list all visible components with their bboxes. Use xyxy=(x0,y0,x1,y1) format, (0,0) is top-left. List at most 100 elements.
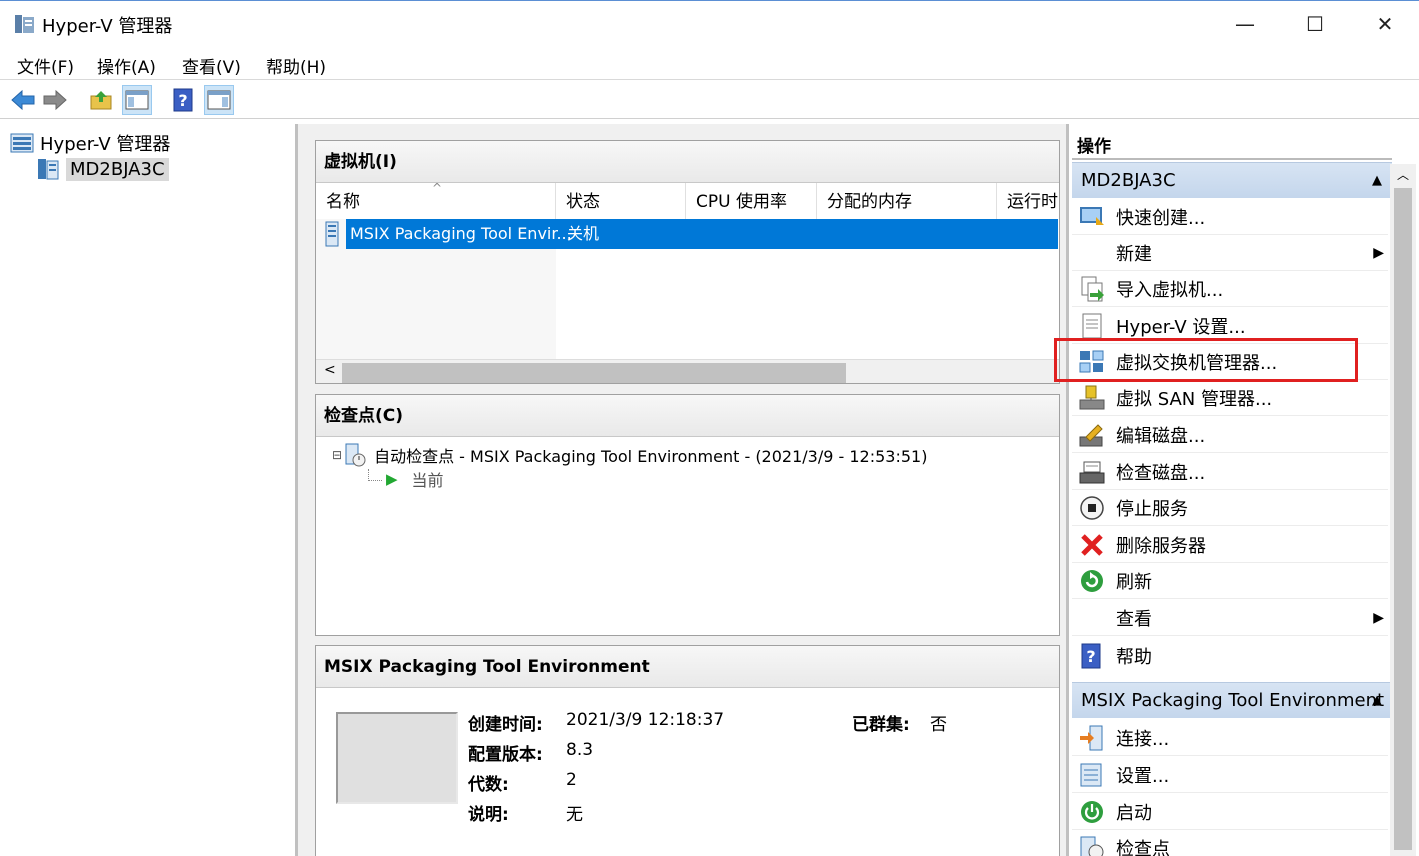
checkpoint-icon xyxy=(345,443,366,467)
action-label: 新建 xyxy=(1116,243,1152,265)
folder-up-icon xyxy=(90,91,112,110)
action-virtual-san-manager[interactable]: 虚拟 SAN 管理器... xyxy=(1072,380,1388,416)
divider xyxy=(1072,158,1392,160)
console-tree-toggle[interactable] xyxy=(122,85,152,115)
vm-state-cell: 关机 xyxy=(567,224,600,243)
col-name[interactable]: 名称 ^ xyxy=(316,181,556,219)
play-icon: ▶ xyxy=(386,470,398,488)
action-start[interactable]: 启动 xyxy=(1072,794,1388,830)
scrollbar-thumb[interactable] xyxy=(1394,188,1412,850)
menu-view[interactable]: 查看(V) xyxy=(182,53,241,78)
vm-thumbnail[interactable] xyxy=(336,712,458,804)
generation-value: 2 xyxy=(566,770,577,790)
action-connect[interactable]: 连接... xyxy=(1072,720,1388,756)
settings-icon xyxy=(1080,763,1102,786)
back-button[interactable] xyxy=(8,85,38,115)
edit-disk-icon xyxy=(1079,423,1103,446)
col-uptime[interactable]: 运行时 xyxy=(997,183,1061,219)
collapse-icon[interactable]: ▲ xyxy=(1372,163,1382,199)
scroll-up-icon[interactable]: ︿ xyxy=(1390,164,1416,186)
menu-help[interactable]: 帮助(H) xyxy=(266,53,326,78)
horizontal-scrollbar[interactable]: < xyxy=(316,359,1059,383)
action-new[interactable]: 新建 ▶ xyxy=(1072,235,1388,271)
tree-server-node[interactable]: MD2BJA3C xyxy=(36,156,169,182)
action-pane-toggle[interactable] xyxy=(204,85,234,115)
highlight-annotation xyxy=(1054,338,1358,382)
quick-create-icon xyxy=(1080,206,1104,225)
action-label: Hyper-V 设置... xyxy=(1116,316,1246,338)
details-title: MSIX Packaging Tool Environment xyxy=(316,646,1059,688)
created-label: 创建时间: xyxy=(468,715,543,735)
close-button[interactable]: ✕ xyxy=(1352,1,1418,47)
remove-server-icon xyxy=(1081,533,1103,556)
action-edit-disk[interactable]: 编辑磁盘... xyxy=(1072,417,1388,453)
console-tree: Hyper-V 管理器 MD2BJA3C xyxy=(0,124,298,856)
created-value: 2021/3/9 12:18:37 xyxy=(566,710,725,730)
clustered-value: 否 xyxy=(930,715,947,735)
vm-name-cell: MSIX Packaging Tool Envir... xyxy=(350,224,572,243)
menu-action[interactable]: 操作(A) xyxy=(97,53,156,78)
current-state-entry[interactable]: ▶ 当前 xyxy=(386,467,444,491)
col-state[interactable]: 状态 xyxy=(556,183,686,219)
up-button[interactable] xyxy=(86,85,116,115)
tree-root-hyperv[interactable]: Hyper-V 管理器 xyxy=(10,130,170,156)
action-stop-service[interactable]: 停止服务 xyxy=(1072,490,1388,526)
collapse-icon[interactable]: ▲ xyxy=(1372,683,1382,719)
action-refresh[interactable]: 刷新 xyxy=(1072,563,1388,599)
action-import-vm[interactable]: 导入虚拟机... xyxy=(1072,271,1388,307)
collapse-tree-icon[interactable]: ⊟ xyxy=(332,448,342,462)
tree-root-label: Hyper-V 管理器 xyxy=(40,134,171,155)
current-label: 当前 xyxy=(411,471,444,490)
checkpoint-label: 自动检查点 - MSIX Packaging Tool Environment … xyxy=(374,447,928,466)
action-quick-create[interactable]: 快速创建... xyxy=(1072,199,1388,235)
vm-action-group[interactable]: MSIX Packaging Tool Environment ▲ xyxy=(1072,682,1392,718)
title-bar: Hyper-V 管理器 — ☐ ✕ xyxy=(0,0,1419,46)
forward-button[interactable] xyxy=(40,85,70,115)
notes-value: 无 xyxy=(566,805,583,825)
submenu-arrow-icon: ▶ xyxy=(1373,609,1384,626)
hyperv-app-icon xyxy=(15,15,34,33)
checkpoint-entry[interactable]: ⊟ 自动检查点 - MSIX Packaging Tool Environmen… xyxy=(332,443,927,467)
refresh-icon xyxy=(1081,569,1103,592)
action-checkpoint[interactable]: 检查点 xyxy=(1072,830,1388,856)
menu-file[interactable]: 文件(F) xyxy=(17,53,74,78)
toolbar: ? xyxy=(0,81,1419,119)
hyperv-settings-icon xyxy=(1082,313,1102,338)
tree-server-label: MD2BJA3C xyxy=(66,157,169,181)
minimize-button[interactable]: — xyxy=(1212,1,1278,47)
vertical-scrollbar[interactable]: ︿ xyxy=(1390,164,1416,856)
action-help[interactable]: ? 帮助 xyxy=(1072,638,1388,674)
checkpoint-section-title: 检查点(C) xyxy=(316,395,1059,437)
table-row[interactable]: MSIX Packaging Tool Envir... 关机 xyxy=(346,219,1058,249)
action-label: 帮助 xyxy=(1116,647,1152,668)
action-label: 启动 xyxy=(1116,802,1152,824)
menu-bar: 文件(F) 操作(A) 查看(V) 帮助(H) xyxy=(0,46,1419,80)
action-label: 导入虚拟机... xyxy=(1116,279,1224,301)
blank-icon xyxy=(1078,239,1106,267)
scrollbar-thumb[interactable] xyxy=(342,363,846,383)
action-label: 查看 xyxy=(1116,608,1152,630)
back-arrow-icon xyxy=(11,89,35,111)
help-toolbar-button[interactable]: ? xyxy=(168,85,198,115)
action-remove-server[interactable]: 删除服务器 xyxy=(1072,527,1388,563)
server-group-label: MD2BJA3C xyxy=(1081,170,1176,191)
action-inspect-disk[interactable]: 检查磁盘... xyxy=(1072,454,1388,490)
config-version-value: 8.3 xyxy=(566,740,594,760)
action-label: 检查磁盘... xyxy=(1116,462,1206,484)
action-settings[interactable]: 设置... xyxy=(1072,757,1388,793)
action-label: 编辑磁盘... xyxy=(1116,425,1206,447)
action-view[interactable]: 查看 ▶ xyxy=(1072,600,1388,636)
col-cpu[interactable]: CPU 使用率 xyxy=(686,183,817,219)
submenu-arrow-icon: ▶ xyxy=(1373,244,1384,261)
import-vm-icon xyxy=(1081,276,1104,301)
scroll-left-icon[interactable]: < xyxy=(324,362,336,378)
action-label: 停止服务 xyxy=(1116,498,1188,520)
virtual-san-icon xyxy=(1079,385,1105,409)
vm-table-header: 名称 ^ 状态 CPU 使用率 分配的内存 运行时 xyxy=(316,181,1061,219)
notes-label: 说明: xyxy=(468,805,509,825)
sort-ascending-icon: ^ xyxy=(432,181,443,195)
maximize-button[interactable]: ☐ xyxy=(1282,1,1348,47)
server-action-group[interactable]: MD2BJA3C ▲ xyxy=(1072,162,1392,198)
action-label: 连接... xyxy=(1116,728,1170,750)
col-memory[interactable]: 分配的内存 xyxy=(817,183,997,219)
